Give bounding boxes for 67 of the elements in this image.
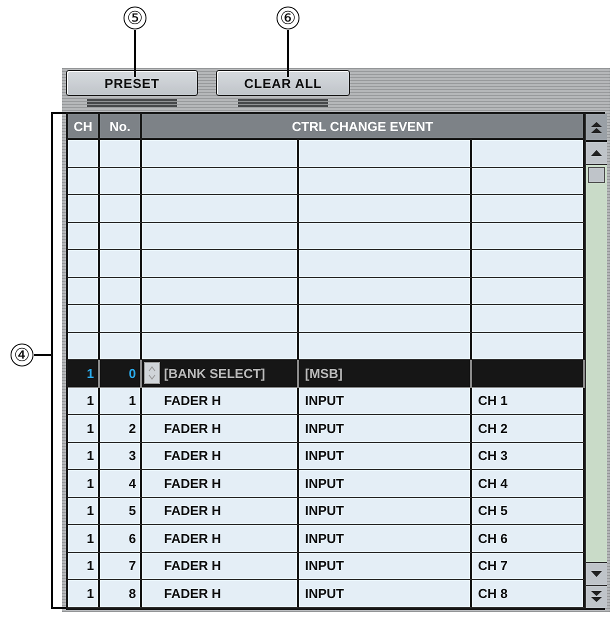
ch-cell: 1 bbox=[68, 388, 100, 415]
number-cell bbox=[100, 168, 142, 195]
event-cell: INPUT bbox=[299, 525, 472, 552]
event-cell: INPUT bbox=[299, 498, 472, 525]
event-cell: FADER H bbox=[142, 498, 299, 525]
event-cell: [MSB] bbox=[299, 360, 472, 388]
column-header: CH bbox=[68, 114, 100, 140]
event-cell: FADER H bbox=[142, 552, 299, 580]
ch-cell: 1 bbox=[68, 525, 100, 552]
callout-marker: ⑥ bbox=[276, 6, 300, 30]
ch-cell: 1 bbox=[68, 498, 100, 525]
number-cell: 0 bbox=[100, 360, 142, 388]
ch-cell: 1 bbox=[68, 415, 100, 442]
event-cell: CH 4 bbox=[472, 470, 585, 498]
event-cell: CH 5 bbox=[472, 498, 585, 525]
number-cell: 3 bbox=[100, 442, 142, 470]
number-cell: 5 bbox=[100, 498, 142, 525]
scrollbar[interactable] bbox=[585, 114, 607, 608]
number-cell: 7 bbox=[100, 552, 142, 580]
column-header: CTRL CHANGE EVENT bbox=[142, 114, 585, 140]
event-cell: CH 8 bbox=[472, 580, 585, 608]
leader-line bbox=[287, 30, 289, 77]
ch-cell: 1 bbox=[68, 360, 100, 388]
event-cell: CH 7 bbox=[472, 552, 585, 580]
number-cell bbox=[100, 195, 142, 222]
ch-cell: 1 bbox=[68, 580, 100, 608]
ch-cell: 1 bbox=[68, 552, 100, 580]
number-cell: 4 bbox=[100, 470, 142, 498]
callout-marker: ⑤ bbox=[124, 6, 146, 30]
ch-cell: 1 bbox=[68, 442, 100, 470]
number-cell bbox=[100, 250, 142, 278]
number-cell bbox=[100, 278, 142, 305]
event-cell: CH 3 bbox=[472, 442, 585, 470]
event-cell: [BANK SELECT] bbox=[142, 360, 299, 388]
column-header: No. bbox=[100, 114, 142, 140]
number-cell bbox=[100, 140, 142, 168]
ch-cell: 1 bbox=[68, 470, 100, 498]
event-cell: FADER H bbox=[142, 470, 299, 498]
event-cell: INPUT bbox=[299, 580, 472, 608]
clear-all-button[interactable]: CLEAR ALL bbox=[216, 70, 350, 96]
event-cell: INPUT bbox=[299, 470, 472, 498]
page-up-icon[interactable] bbox=[590, 120, 603, 134]
number-cell: 6 bbox=[100, 525, 142, 552]
spin-icon[interactable] bbox=[144, 362, 160, 384]
number-cell bbox=[100, 332, 142, 360]
event-cell: CH 1 bbox=[472, 388, 585, 415]
event-cell: INPUT bbox=[299, 415, 472, 442]
number-cell bbox=[100, 305, 142, 332]
event-cell: FADER H bbox=[142, 580, 299, 608]
scroll-thumb[interactable] bbox=[588, 167, 605, 183]
event-cell: INPUT bbox=[299, 388, 472, 415]
callout-marker: ④ bbox=[10, 344, 34, 366]
event-cell: INPUT bbox=[299, 552, 472, 580]
number-cell: 1 bbox=[100, 388, 142, 415]
event-cell: FADER H bbox=[142, 388, 299, 415]
event-cell: INPUT bbox=[299, 442, 472, 470]
event-cell: FADER H bbox=[142, 415, 299, 442]
event-cell: CH 2 bbox=[472, 415, 585, 442]
event-cell: CH 6 bbox=[472, 525, 585, 552]
preset-button[interactable]: PRESET bbox=[66, 70, 198, 96]
number-cell bbox=[100, 222, 142, 250]
event-cell: FADER H bbox=[142, 442, 299, 470]
leader-line bbox=[134, 30, 136, 77]
number-cell: 2 bbox=[100, 415, 142, 442]
event-cell: FADER H bbox=[142, 525, 299, 552]
number-cell: 8 bbox=[100, 580, 142, 608]
page-down-icon[interactable] bbox=[590, 590, 603, 603]
